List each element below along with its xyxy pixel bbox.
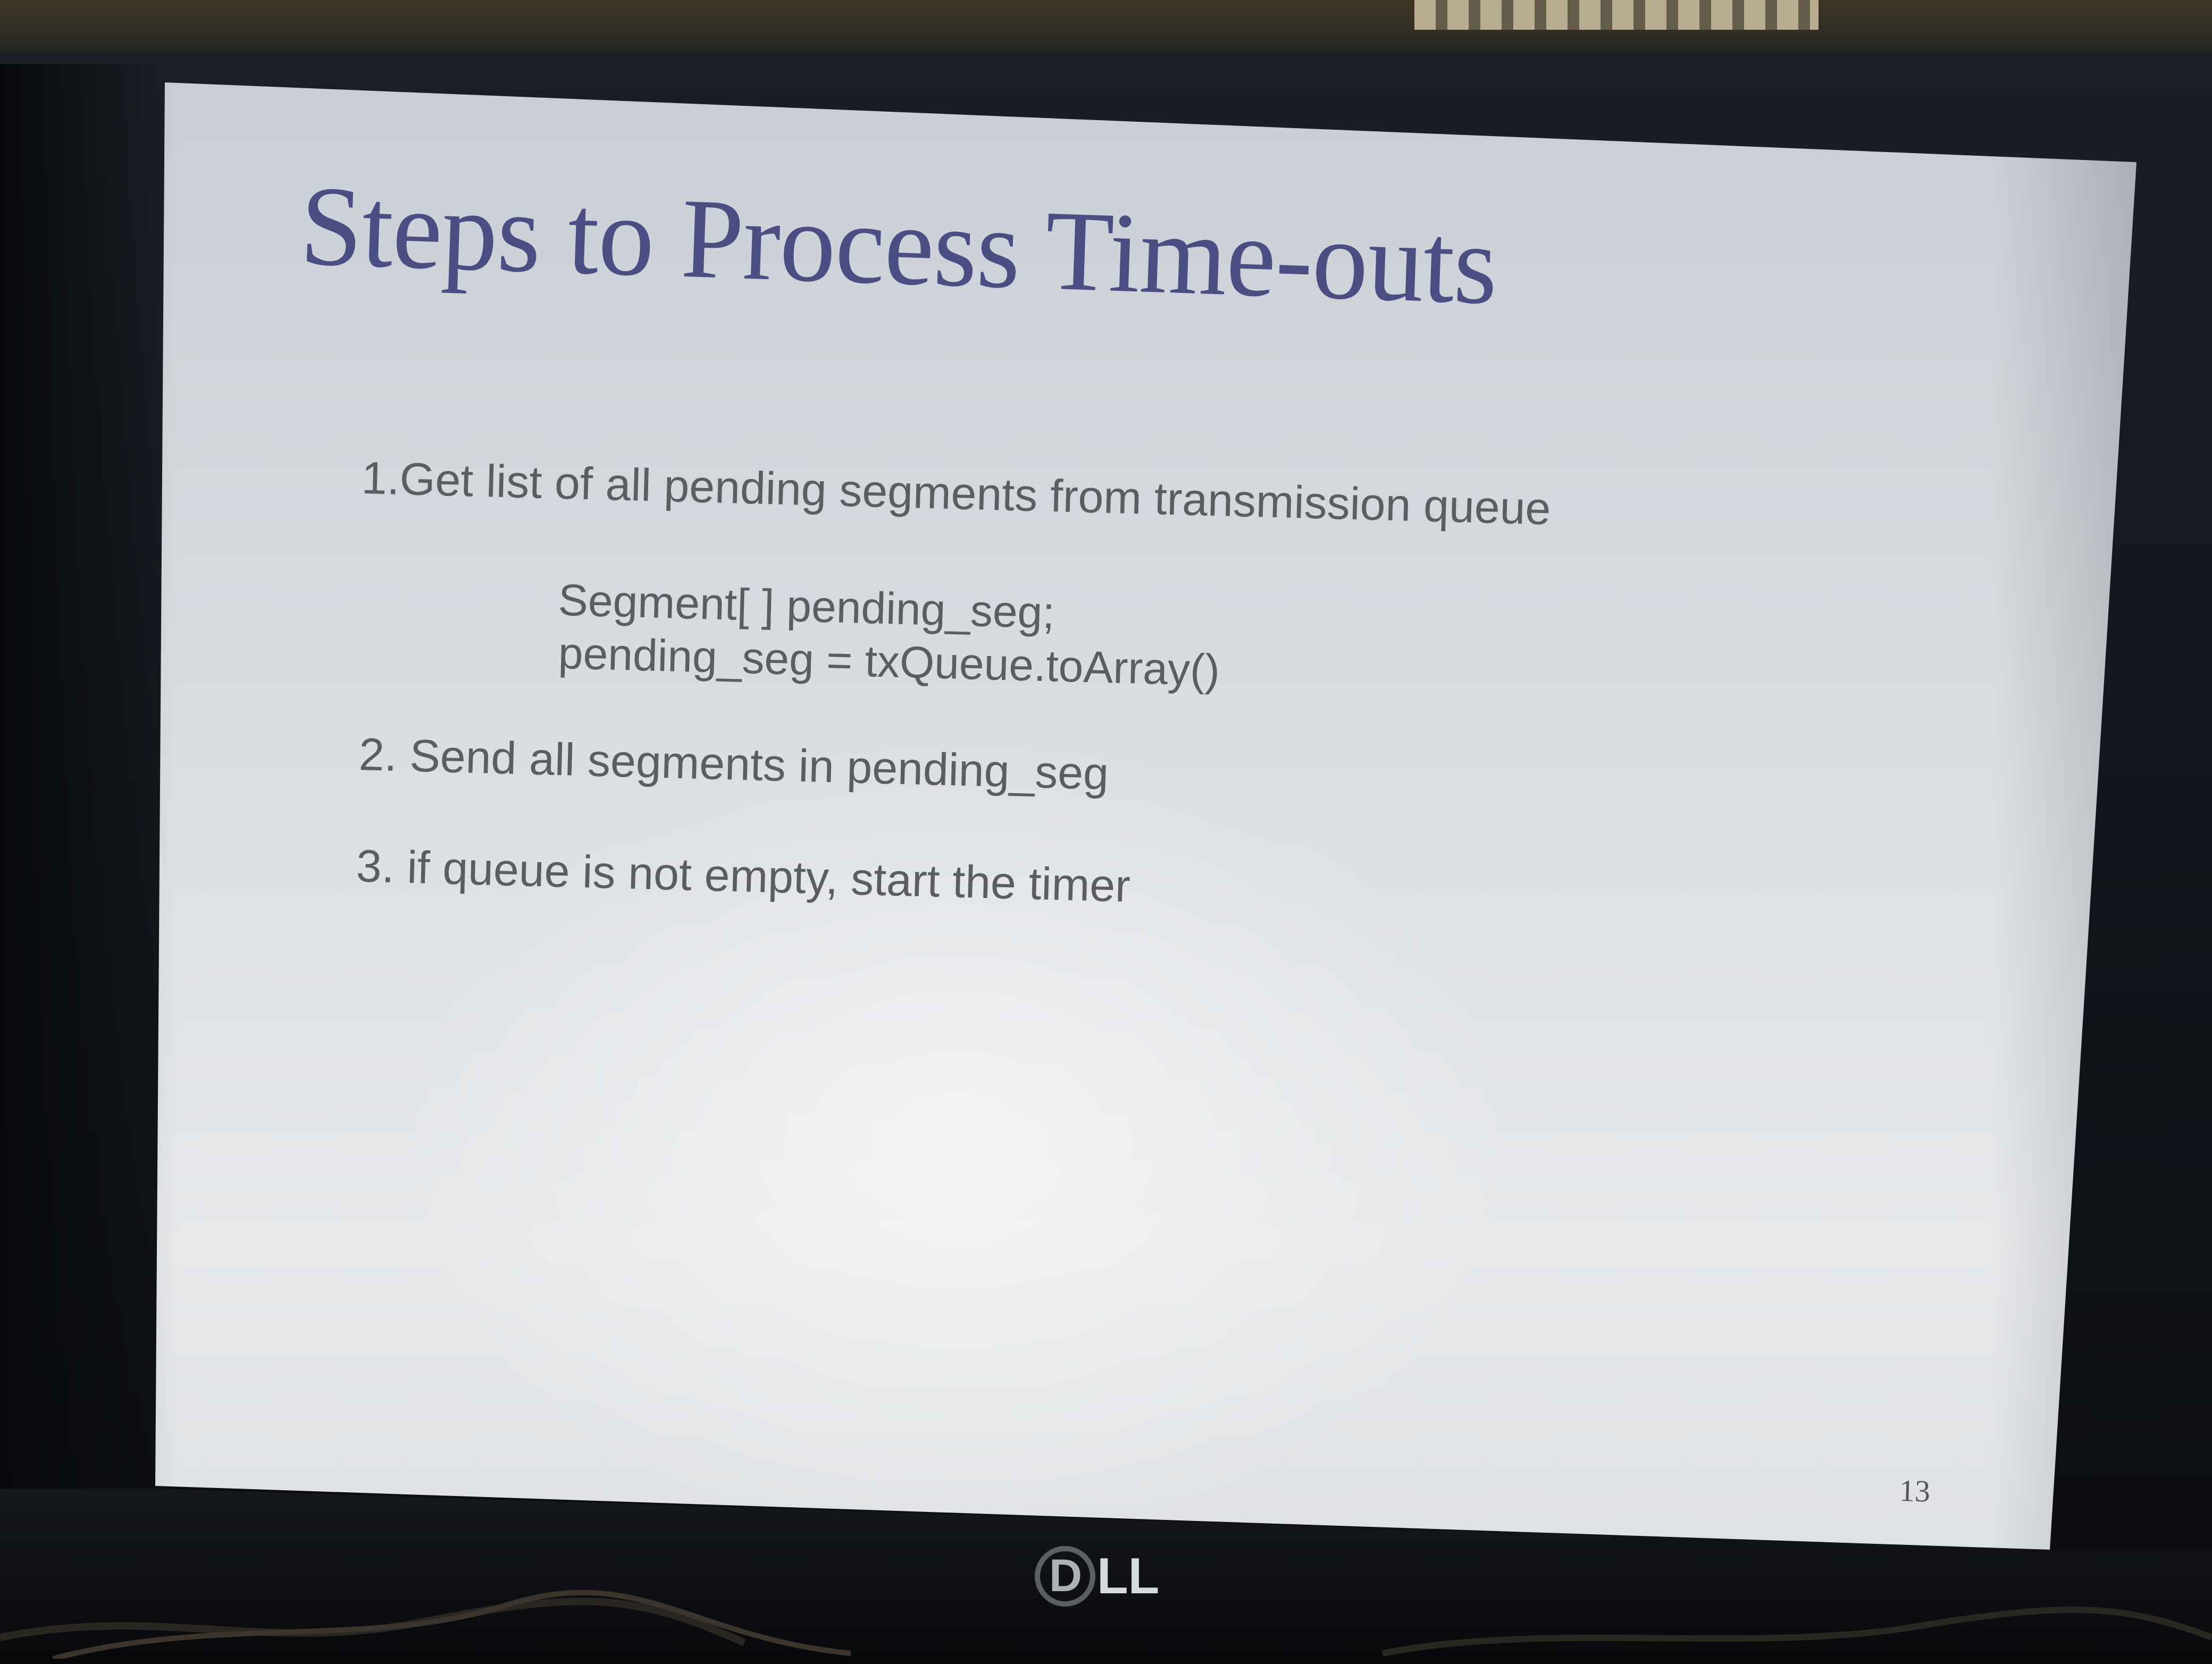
desk-cables bbox=[0, 1590, 2212, 1659]
ceiling-vent bbox=[1414, 0, 1819, 30]
slide-page-number: 13 bbox=[1899, 1473, 1931, 1509]
monitor-bezel-shadow bbox=[0, 64, 160, 1499]
